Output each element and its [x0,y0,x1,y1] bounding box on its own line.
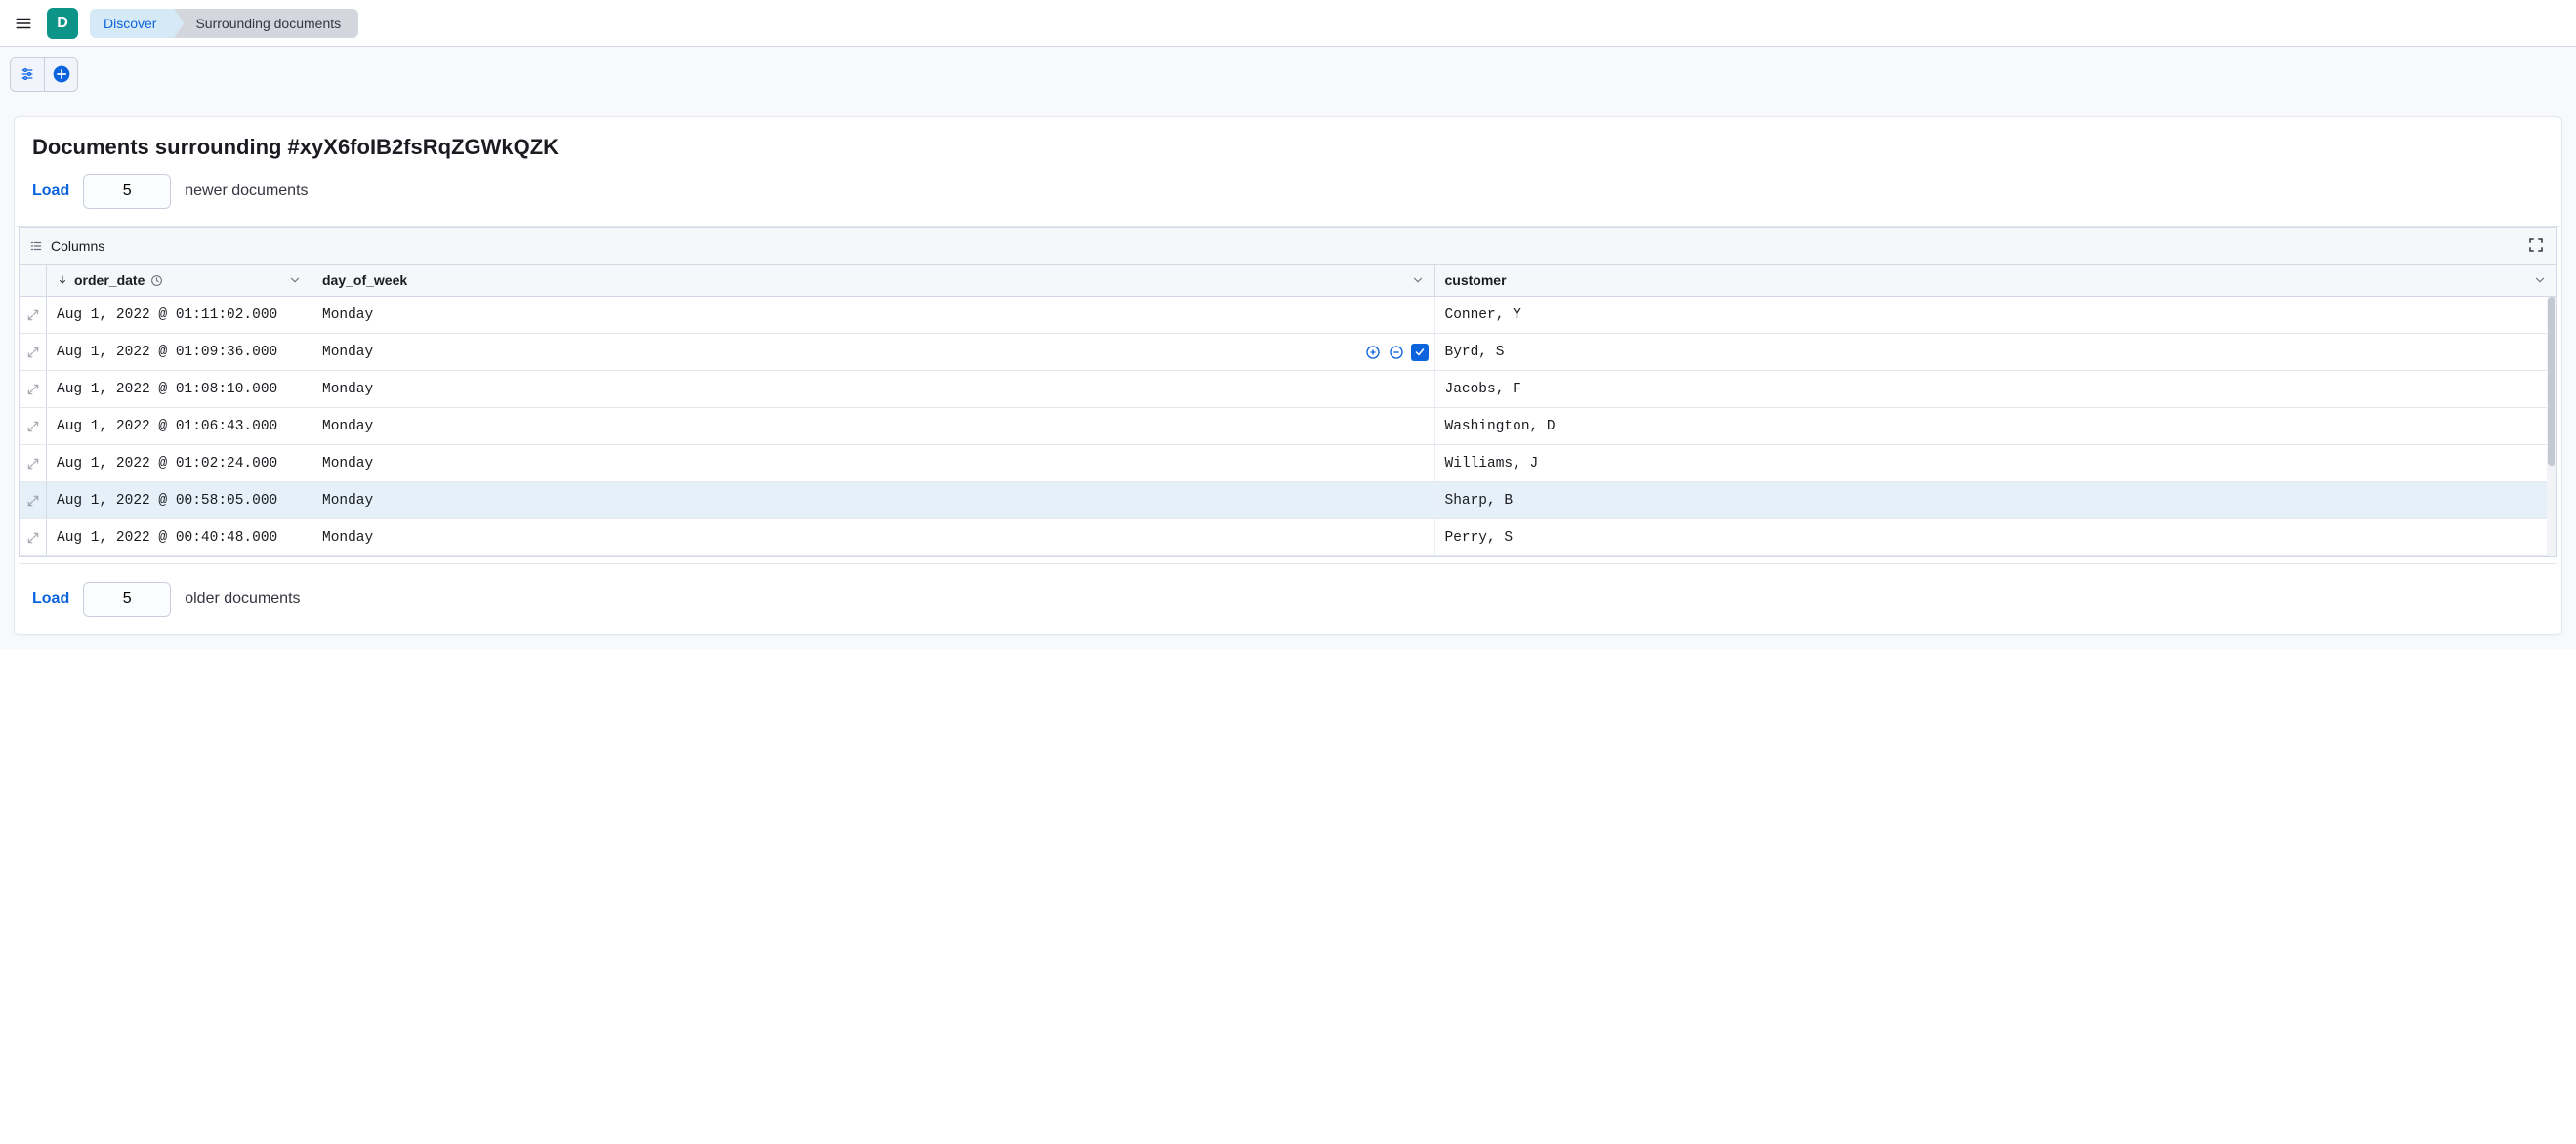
scrollbar-track[interactable] [2547,297,2556,556]
columns-label[interactable]: Columns [51,238,104,254]
table-row: Aug 1, 2022 @ 01:08:10.000MondayJacobs, … [20,371,2556,408]
expand-icon [26,383,40,396]
cell-day-of-week: Monday [312,408,1435,444]
app-badge-letter: D [57,15,68,32]
cell-day-of-week: Monday [312,445,1435,481]
table-row: Aug 1, 2022 @ 00:58:05.000MondaySharp, B [20,482,2556,519]
check-icon [1414,347,1426,358]
cell-customer: Williams, J [1435,445,2557,481]
breadcrumb: Discover Surrounding documents [90,8,358,39]
minus-circle-icon [1389,345,1404,360]
surrounding-docs-panel: Documents surrounding #xyX6foIB2fsRqZGWk… [14,116,2562,635]
cell-day-of-week: Monday [312,371,1435,407]
panel-title: Documents surrounding #xyX6foIB2fsRqZGWk… [15,135,2561,174]
cell-customer: Conner, Y [1435,297,2557,333]
header-day-of-week[interactable]: day_of_week [312,265,1435,296]
filter-for-value-button[interactable] [1364,344,1382,361]
chevron-down-icon[interactable] [288,273,302,287]
columns-toolbar: Columns [20,228,2556,265]
cell-order-date: Aug 1, 2022 @ 01:09:36.000 [47,334,312,370]
toggle-column-button[interactable] [1411,344,1429,361]
hamburger-icon [15,15,32,32]
header-expand [20,265,47,296]
table-row: Aug 1, 2022 @ 00:40:48.000MondayPerry, S [20,519,2556,556]
cell-customer: Washington, D [1435,408,2557,444]
header-order-date-label: order_date [74,272,145,288]
expand-cell[interactable] [20,519,47,555]
newer-count-input[interactable] [83,174,171,209]
expand-cell[interactable] [20,334,47,370]
columns-icon [29,239,43,253]
filter-bar [0,47,2576,102]
cell-customer: Sharp, B [1435,482,2557,518]
older-count-input[interactable] [83,582,171,617]
sort-desc-icon [57,274,68,286]
older-label: older documents [185,591,300,608]
table-row: Aug 1, 2022 @ 01:09:36.000MondayByrd, S [20,334,2556,371]
expand-icon [26,457,40,470]
expand-icon [26,420,40,433]
fullscreen-button[interactable] [2527,236,2547,256]
cell-customer: Jacobs, F [1435,371,2557,407]
expand-icon [26,494,40,508]
breadcrumb-current-label: Surrounding documents [195,9,341,38]
cell-order-date: Aug 1, 2022 @ 01:11:02.000 [47,297,312,333]
breadcrumb-discover-label: Discover [104,9,156,38]
load-newer-row: Load newer documents [15,174,2561,209]
expand-cell[interactable] [20,445,47,481]
cell-customer: Byrd, S [1435,334,2557,370]
top-bar: D Discover Surrounding documents [0,0,2576,47]
header-day-label: day_of_week [322,272,407,288]
header-order-date[interactable]: order_date [47,265,312,296]
cell-day-of-week: Monday [312,482,1435,518]
docs-table: Columns order_date [19,227,2557,557]
cell-order-date: Aug 1, 2022 @ 00:58:05.000 [47,482,312,518]
grid-body: Aug 1, 2022 @ 01:11:02.000MondayConner, … [20,297,2556,556]
load-older-row: Load older documents [15,564,2561,617]
nav-toggle-button[interactable] [8,8,39,39]
newer-label: newer documents [185,183,308,200]
scrollbar-thumb[interactable] [2548,297,2555,466]
table-row: Aug 1, 2022 @ 01:11:02.000MondayConner, … [20,297,2556,334]
cell-day-of-week: Monday [312,519,1435,555]
breadcrumb-discover[interactable]: Discover [90,9,174,38]
header-customer-label: customer [1445,272,1507,288]
plus-circle-icon [1365,345,1381,360]
expand-icon [26,308,40,322]
chevron-down-icon[interactable] [2533,273,2547,287]
expand-icon [26,346,40,359]
expand-cell[interactable] [20,297,47,333]
expand-cell[interactable] [20,482,47,518]
filter-button-group [10,57,78,92]
clock-icon [150,274,163,287]
expand-cell[interactable] [20,408,47,444]
plus-circle-icon [52,64,71,84]
cell-order-date: Aug 1, 2022 @ 01:06:43.000 [47,408,312,444]
cell-order-date: Aug 1, 2022 @ 01:02:24.000 [47,445,312,481]
expand-cell[interactable] [20,371,47,407]
cell-day-of-week: Monday [312,334,1435,370]
data-grid: order_date day_of_week customer [20,265,2556,556]
header-customer[interactable]: customer [1435,265,2557,296]
table-row: Aug 1, 2022 @ 01:06:43.000MondayWashingt… [20,408,2556,445]
cell-hover-actions [1364,344,1429,361]
cell-order-date: Aug 1, 2022 @ 01:08:10.000 [47,371,312,407]
filter-icon [20,66,35,82]
app-badge[interactable]: D [47,8,78,39]
cell-day-of-week: Monday [312,297,1435,333]
breadcrumb-current: Surrounding documents [174,9,358,38]
chevron-down-icon[interactable] [1411,273,1425,287]
table-row: Aug 1, 2022 @ 01:02:24.000MondayWilliams… [20,445,2556,482]
page-body: Documents surrounding #xyX6foIB2fsRqZGWk… [0,102,2576,649]
cell-customer: Perry, S [1435,519,2557,555]
filter-out-value-button[interactable] [1388,344,1405,361]
load-older-button[interactable]: Load [32,591,69,608]
cell-order-date: Aug 1, 2022 @ 00:40:48.000 [47,519,312,555]
add-filter-button[interactable] [44,58,77,91]
fullscreen-icon [2527,236,2545,254]
grid-header-row: order_date day_of_week customer [20,265,2556,297]
filter-settings-button[interactable] [11,58,44,91]
expand-icon [26,531,40,545]
load-newer-button[interactable]: Load [32,183,69,200]
